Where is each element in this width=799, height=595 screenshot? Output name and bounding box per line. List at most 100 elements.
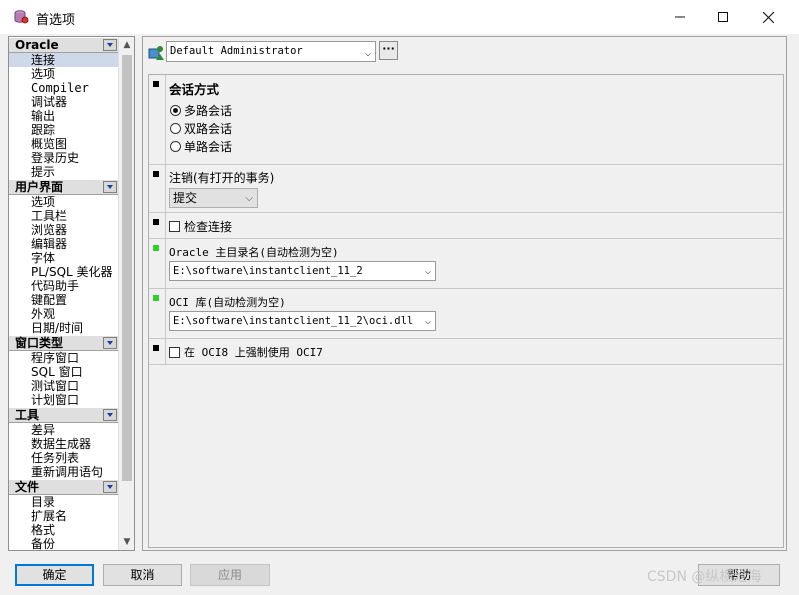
radio-dot [170, 122, 181, 134]
check-connection-section: 检查连接 [149, 213, 783, 239]
logoff-select[interactable]: 提交 ⌵ [169, 188, 258, 208]
nav-item[interactable]: 键配置 [9, 293, 118, 307]
force-oci7-section: 在 OCI8 上强制使用 OCI7 [149, 339, 783, 365]
nav-category-label: 文件 [15, 480, 40, 494]
ok-button[interactable]: 确定 [15, 564, 94, 586]
nav-category[interactable]: 工具 [9, 407, 118, 423]
collapse-arrow-icon[interactable] [103, 409, 117, 421]
session-mode-title: 会话方式 [169, 82, 220, 97]
nav-item[interactable]: 选项 [9, 67, 118, 81]
title-bar: 首选项 [0, 0, 799, 35]
logoff-value: 提交 [173, 191, 198, 205]
nav-item[interactable]: 登录历史 [9, 151, 118, 165]
nav-category[interactable]: 窗口类型 [9, 335, 118, 351]
nav-item[interactable]: 日期/时间 [9, 321, 118, 335]
radio-label: 单路会话 [184, 139, 233, 154]
nav-item[interactable]: 测试窗口 [9, 379, 118, 393]
chevron-down-icon: ⌵ [364, 48, 371, 59]
category-navigation: Oracle 连接 选项 Compiler 调试器 输出 跟踪 概览图 登录历史 提示 用户界面 选项… [8, 36, 135, 551]
logoff-label: 注销(有打开的事务) [169, 171, 275, 185]
nav-item[interactable]: SQL 窗口 [9, 365, 118, 379]
radio-dot [170, 104, 181, 116]
scroll-up-icon[interactable]: ▲ [119, 37, 134, 53]
nav-item[interactable]: 调试器 [9, 95, 118, 109]
oracle-home-section: Oracle 主目录名(自动检测为空) E:\software\instantc… [149, 239, 783, 289]
watermark: CSDN @纵横沧海 [647, 569, 762, 585]
check-connection-checkbox[interactable]: 检查连接 [169, 218, 232, 234]
default-marker [153, 345, 159, 351]
nav-category[interactable]: 用户界面 [9, 179, 118, 195]
radio-label: 双路会话 [184, 121, 233, 136]
profile-more-button[interactable]: ··· [379, 41, 398, 60]
nav-item[interactable]: 选项 [9, 195, 118, 209]
nav-item[interactable]: 重新调用语句 [9, 465, 118, 479]
cancel-button[interactable]: 取消 [103, 564, 182, 586]
category-list: Oracle 连接 选项 Compiler 调试器 输出 跟踪 概览图 登录历史 提示 用户界面 选项… [9, 37, 118, 550]
close-icon [762, 11, 774, 23]
nav-item[interactable]: 代码助手 [9, 279, 118, 293]
nav-category[interactable]: 文件 [9, 479, 118, 495]
profile-value: Default Administrator [170, 45, 303, 57]
close-button[interactable] [745, 0, 791, 34]
default-marker [153, 171, 159, 177]
maximize-icon [718, 12, 728, 22]
checkbox-box [169, 346, 180, 358]
nav-item[interactable]: 跟踪 [9, 123, 118, 137]
oci-library-label: OCI 库(自动检测为空) [169, 296, 286, 309]
nav-category-label: 窗口类型 [15, 336, 64, 350]
maximize-button[interactable] [700, 0, 746, 34]
changed-marker [153, 295, 159, 301]
nav-item[interactable]: Compiler [9, 81, 118, 95]
nav-item[interactable]: PL/SQL 美化器 [9, 265, 118, 279]
nav-category-label: 用户界面 [15, 180, 64, 194]
window-title: 首选项 [36, 13, 76, 28]
radio-single-session[interactable]: 单路会话 [170, 138, 232, 154]
session-mode-section: 会话方式 多路会话 双路会话 单路会话 [149, 75, 783, 165]
collapse-arrow-icon[interactable] [103, 337, 117, 349]
nav-item[interactable]: 备份 [9, 537, 118, 550]
collapse-arrow-icon[interactable] [103, 39, 117, 51]
default-marker [153, 219, 159, 225]
minimize-icon [675, 16, 685, 18]
scroll-thumb[interactable] [122, 55, 132, 481]
radio-dual-session[interactable]: 双路会话 [170, 120, 232, 136]
nav-category-label: Oracle [15, 38, 59, 52]
checkbox-label: 检查连接 [184, 219, 233, 234]
oracle-home-select[interactable]: E:\software\instantclient_11_2 ⌵ [169, 261, 436, 281]
minimize-button[interactable] [657, 0, 703, 34]
nav-item[interactable]: 概览图 [9, 137, 118, 151]
nav-item[interactable]: 格式 [9, 523, 118, 537]
nav-item[interactable]: 数据生成器 [9, 437, 118, 451]
force-oci7-checkbox[interactable]: 在 OCI8 上强制使用 OCI7 [169, 344, 323, 360]
nav-item[interactable]: 任务列表 [9, 451, 118, 465]
dialog-body: Oracle 连接 选项 Compiler 调试器 输出 跟踪 概览图 登录历史 提示 用户界面 选项… [0, 34, 799, 595]
oci-library-section: OCI 库(自动检测为空) E:\software\instantclient_… [149, 289, 783, 339]
collapse-arrow-icon[interactable] [103, 181, 117, 193]
radio-multi-session[interactable]: 多路会话 [170, 102, 232, 118]
scroll-down-icon[interactable]: ▼ [119, 534, 134, 550]
nav-item[interactable]: 浏览器 [9, 223, 118, 237]
nav-item[interactable]: 程序窗口 [9, 351, 118, 365]
nav-category[interactable]: Oracle [9, 37, 118, 53]
apply-button[interactable]: 应用 [190, 564, 270, 586]
checkbox-label: 在 OCI8 上强制使用 OCI7 [184, 346, 323, 359]
nav-item[interactable]: 输出 [9, 109, 118, 123]
nav-item[interactable]: 扩展名 [9, 509, 118, 523]
nav-scrollbar[interactable]: ▲ ▼ [118, 37, 134, 550]
settings-panel: Default Administrator ⌵ ··· 会话方式 多路会话 双路… [142, 36, 787, 551]
collapse-arrow-icon[interactable] [103, 481, 117, 493]
nav-item[interactable]: 工具栏 [9, 209, 118, 223]
nav-item[interactable]: 字体 [9, 251, 118, 265]
profile-select[interactable]: Default Administrator ⌵ [166, 41, 376, 62]
nav-item[interactable]: 编辑器 [9, 237, 118, 251]
nav-item[interactable]: 计划窗口 [9, 393, 118, 407]
nav-item[interactable]: 差异 [9, 423, 118, 437]
oci-library-select[interactable]: E:\software\instantclient_11_2\oci.dll ⌵ [169, 311, 436, 331]
user-profile-icon [148, 46, 164, 60]
nav-item[interactable]: 提示 [9, 165, 118, 179]
database-icon [14, 10, 29, 24]
nav-item[interactable]: 目录 [9, 495, 118, 509]
radio-label: 多路会话 [184, 103, 233, 118]
nav-item[interactable]: 连接 [9, 53, 118, 67]
nav-item[interactable]: 外观 [9, 307, 118, 321]
